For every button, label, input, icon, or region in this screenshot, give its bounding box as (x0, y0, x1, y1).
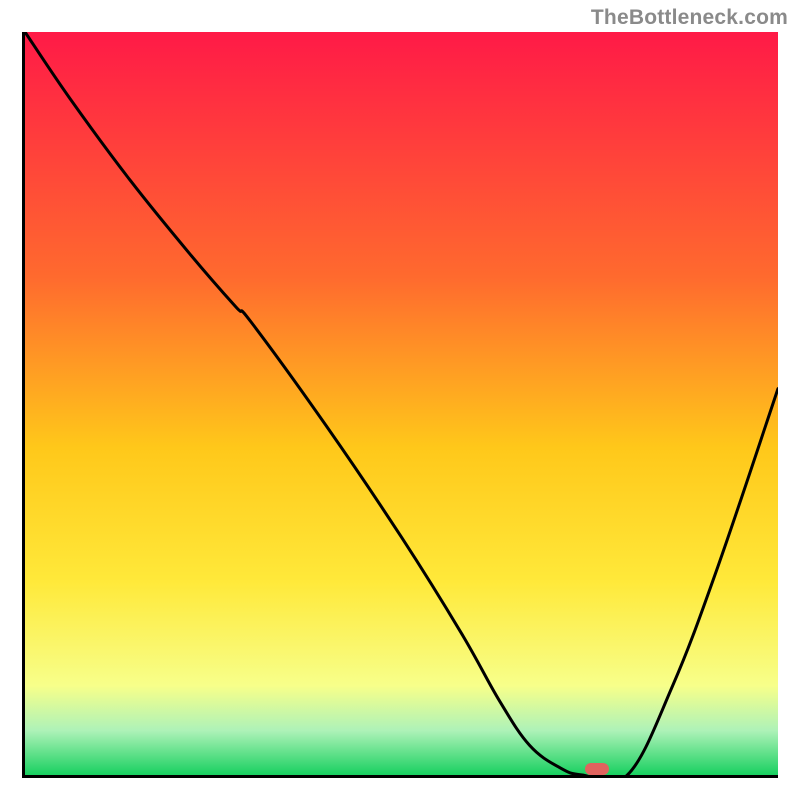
minimum-marker (585, 763, 609, 775)
bottleneck-curve (25, 32, 778, 775)
attribution-text: TheBottleneck.com (591, 6, 788, 30)
chart-frame: TheBottleneck.com (0, 0, 800, 800)
plot-area (22, 32, 778, 778)
